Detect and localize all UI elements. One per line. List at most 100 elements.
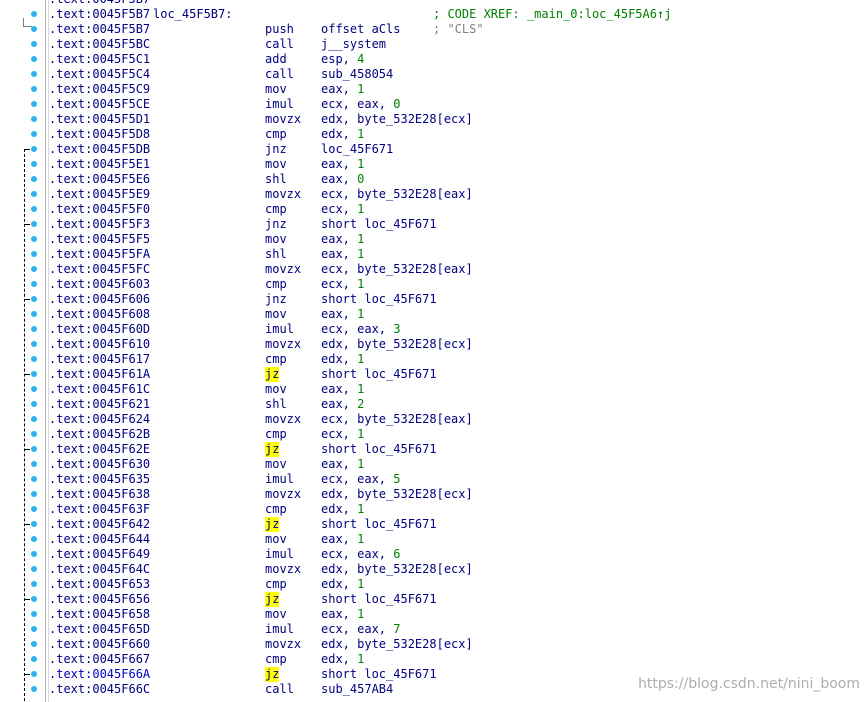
listing-row[interactable]: .text:0045F667 cmp edx, 1 bbox=[0, 652, 868, 667]
breakpoint-dot-icon[interactable] bbox=[31, 611, 37, 617]
breakpoint-dot-icon[interactable] bbox=[31, 416, 37, 422]
operands[interactable]: ecx, eax, 6 bbox=[321, 547, 400, 562]
operands[interactable]: eax, 1 bbox=[321, 307, 364, 322]
mnemonic[interactable]: cmp bbox=[265, 277, 287, 292]
breakpoint-dot-icon[interactable] bbox=[31, 596, 37, 602]
breakpoint-dot-icon[interactable] bbox=[31, 686, 37, 692]
mnemonic[interactable]: shl bbox=[265, 172, 287, 187]
listing-row[interactable]: .text:0045F5F3 jnz short loc_45F671 bbox=[0, 217, 868, 232]
listing-row[interactable]: .text:0045F617 cmp edx, 1 bbox=[0, 352, 868, 367]
breakpoint-dot-icon[interactable] bbox=[31, 641, 37, 647]
listing-row[interactable]: .text:0045F62E jz short loc_45F671 bbox=[0, 442, 868, 457]
operands[interactable]: ecx, eax, 0 bbox=[321, 97, 400, 112]
operands[interactable]: eax, 1 bbox=[321, 232, 364, 247]
operands[interactable]: short loc_45F671 bbox=[321, 442, 437, 457]
operands[interactable]: ecx, byte_532E28[eax] bbox=[321, 412, 473, 427]
listing-row[interactable]: .text:0045F5C9 mov eax, 1 bbox=[0, 82, 868, 97]
mnemonic[interactable]: movzx bbox=[265, 262, 301, 277]
mnemonic[interactable]: movzx bbox=[265, 562, 301, 577]
operands[interactable]: ecx, eax, 5 bbox=[321, 472, 400, 487]
mnemonic[interactable]: cmp bbox=[265, 427, 287, 442]
listing-row[interactable]: .text:0045F5DB jnz loc_45F671 bbox=[0, 142, 868, 157]
mnemonic[interactable]: imul bbox=[265, 472, 294, 487]
listing-row[interactable]: .text:0045F644 mov eax, 1 bbox=[0, 532, 868, 547]
breakpoint-dot-icon[interactable] bbox=[31, 461, 37, 467]
mnemonic[interactable]: jnz bbox=[265, 142, 287, 157]
listing-row[interactable]: .text:0045F65D imul ecx, eax, 7 bbox=[0, 622, 868, 637]
listing-row[interactable]: .text:0045F660 movzx edx, byte_532E28[ecx] bbox=[0, 637, 868, 652]
listing-row[interactable]: .text:0045F62B cmp ecx, 1 bbox=[0, 427, 868, 442]
breakpoint-dot-icon[interactable] bbox=[31, 311, 37, 317]
operands[interactable]: eax, 1 bbox=[321, 607, 364, 622]
breakpoint-dot-icon[interactable] bbox=[31, 71, 37, 77]
operands[interactable]: eax, 1 bbox=[321, 382, 364, 397]
breakpoint-dot-icon[interactable] bbox=[31, 656, 37, 662]
breakpoint-dot-icon[interactable] bbox=[31, 161, 37, 167]
listing-row[interactable]: .text:0045F624 movzx ecx, byte_532E28[eax] bbox=[0, 412, 868, 427]
operands[interactable]: ecx, 1 bbox=[321, 427, 364, 442]
mnemonic[interactable]: jz bbox=[265, 442, 280, 457]
listing-row[interactable]: .text:0045F5C1 add esp, 4 bbox=[0, 52, 868, 67]
operands[interactable]: eax, 2 bbox=[321, 397, 364, 412]
operands[interactable]: edx, byte_532E28[ecx] bbox=[321, 487, 473, 502]
breakpoint-dot-icon[interactable] bbox=[31, 26, 37, 32]
breakpoint-dot-icon[interactable] bbox=[31, 626, 37, 632]
operands[interactable]: eax, 1 bbox=[321, 457, 364, 472]
listing-row[interactable]: .text:0045F5B7 bbox=[0, 0, 868, 7]
operands[interactable]: offset aCls bbox=[321, 22, 400, 37]
operands[interactable]: edx, 1 bbox=[321, 652, 364, 667]
operands[interactable]: ecx, 1 bbox=[321, 277, 364, 292]
operands[interactable]: eax, 1 bbox=[321, 247, 364, 262]
breakpoint-dot-icon[interactable] bbox=[31, 296, 37, 302]
mnemonic[interactable]: call bbox=[265, 37, 294, 52]
mnemonic[interactable]: mov bbox=[265, 457, 287, 472]
mnemonic[interactable]: jz bbox=[265, 517, 280, 532]
listing-row[interactable]: .text:0045F64C movzx edx, byte_532E28[ecx] bbox=[0, 562, 868, 577]
mnemonic[interactable]: push bbox=[265, 22, 294, 37]
listing-row[interactable]: .text:0045F5F5 mov eax, 1 bbox=[0, 232, 868, 247]
listing-row[interactable]: .text:0045F649 imul ecx, eax, 6 bbox=[0, 547, 868, 562]
breakpoint-dot-icon[interactable] bbox=[31, 371, 37, 377]
operands[interactable]: short loc_45F671 bbox=[321, 292, 437, 307]
listing-row[interactable]: .text:0045F638 movzx edx, byte_532E28[ecx] bbox=[0, 487, 868, 502]
mnemonic[interactable]: cmp bbox=[265, 652, 287, 667]
breakpoint-dot-icon[interactable] bbox=[31, 56, 37, 62]
mnemonic[interactable]: cmp bbox=[265, 202, 287, 217]
breakpoint-dot-icon[interactable] bbox=[31, 446, 37, 452]
operands[interactable]: short loc_45F671 bbox=[321, 367, 437, 382]
mnemonic[interactable]: movzx bbox=[265, 187, 301, 202]
listing-row[interactable]: .text:0045F603 cmp ecx, 1 bbox=[0, 277, 868, 292]
mnemonic[interactable]: cmp bbox=[265, 352, 287, 367]
mnemonic[interactable]: shl bbox=[265, 247, 287, 262]
listing-row[interactable]: .text:0045F61A jz short loc_45F671 bbox=[0, 367, 868, 382]
mnemonic[interactable]: shl bbox=[265, 397, 287, 412]
mnemonic[interactable]: imul bbox=[265, 97, 294, 112]
mnemonic[interactable]: cmp bbox=[265, 502, 287, 517]
breakpoint-dot-icon[interactable] bbox=[31, 356, 37, 362]
operands[interactable]: short loc_45F671 bbox=[321, 517, 437, 532]
listing-row[interactable]: .text:0045F5BC call j__system bbox=[0, 37, 868, 52]
operands[interactable]: ecx, byte_532E28[eax] bbox=[321, 262, 473, 277]
breakpoint-dot-icon[interactable] bbox=[31, 146, 37, 152]
operands[interactable]: edx, byte_532E28[ecx] bbox=[321, 112, 473, 127]
operands[interactable]: edx, byte_532E28[ecx] bbox=[321, 637, 473, 652]
mnemonic[interactable]: add bbox=[265, 52, 287, 67]
listing-row[interactable]: .text:0045F63F cmp edx, 1 bbox=[0, 502, 868, 517]
breakpoint-dot-icon[interactable] bbox=[31, 236, 37, 242]
mnemonic[interactable]: movzx bbox=[265, 637, 301, 652]
breakpoint-dot-icon[interactable] bbox=[31, 506, 37, 512]
listing-row[interactable]: .text:0045F5FA shl eax, 1 bbox=[0, 247, 868, 262]
breakpoint-dot-icon[interactable] bbox=[31, 581, 37, 587]
mnemonic[interactable]: movzx bbox=[265, 487, 301, 502]
breakpoint-dot-icon[interactable] bbox=[31, 566, 37, 572]
operands[interactable]: eax, 1 bbox=[321, 82, 364, 97]
breakpoint-dot-icon[interactable] bbox=[31, 386, 37, 392]
breakpoint-dot-icon[interactable] bbox=[31, 41, 37, 47]
operands[interactable]: eax, 1 bbox=[321, 157, 364, 172]
breakpoint-dot-icon[interactable] bbox=[31, 131, 37, 137]
breakpoint-dot-icon[interactable] bbox=[31, 176, 37, 182]
breakpoint-dot-icon[interactable] bbox=[31, 191, 37, 197]
listing-row[interactable]: .text:0045F606 jnz short loc_45F671 bbox=[0, 292, 868, 307]
listing-row[interactable]: .text:0045F5E1 mov eax, 1 bbox=[0, 157, 868, 172]
breakpoint-dot-icon[interactable] bbox=[31, 536, 37, 542]
